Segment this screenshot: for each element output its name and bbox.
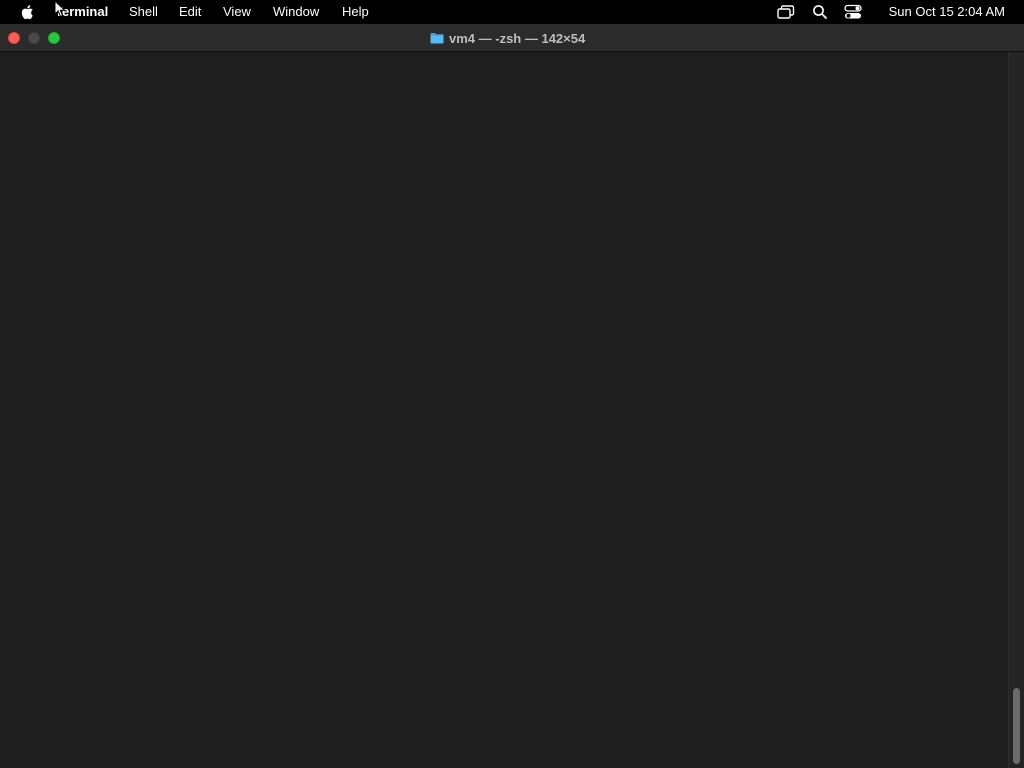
menu-view[interactable]: View	[223, 0, 251, 24]
menu-bar: Terminal Shell Edit View Window Help Sun…	[0, 0, 1024, 24]
vertical-scrollbar[interactable]	[1008, 52, 1024, 768]
terminal-window[interactable]: vm4 — -zsh — 142×54	[0, 24, 1024, 768]
window-title: vm4 — -zsh — 142×54	[430, 24, 585, 52]
apple-icon[interactable]	[19, 4, 34, 20]
menu-help[interactable]: Help	[342, 0, 369, 24]
mouse-pointer-icon	[54, 0, 66, 18]
search-icon[interactable]	[810, 3, 830, 21]
folder-icon	[430, 33, 444, 44]
minimize-button[interactable]	[28, 32, 40, 44]
window-title-bar[interactable]: vm4 — -zsh — 142×54	[0, 24, 1024, 52]
menu-shell[interactable]: Shell	[129, 0, 158, 24]
zoom-button[interactable]	[48, 32, 60, 44]
menu-window[interactable]: Window	[273, 0, 319, 24]
control-center-icon[interactable]	[843, 3, 863, 21]
close-button[interactable]	[8, 32, 20, 44]
menu-edit[interactable]: Edit	[179, 0, 201, 24]
menubar-clock[interactable]: Sun Oct 15 2:04 AM	[889, 0, 1005, 24]
window-title-text: vm4 — -zsh — 142×54	[449, 30, 586, 46]
screen-mirroring-icon[interactable]	[776, 3, 796, 21]
scrollbar-thumb[interactable]	[1013, 688, 1020, 764]
terminal-output-area[interactable]	[0, 52, 1008, 768]
